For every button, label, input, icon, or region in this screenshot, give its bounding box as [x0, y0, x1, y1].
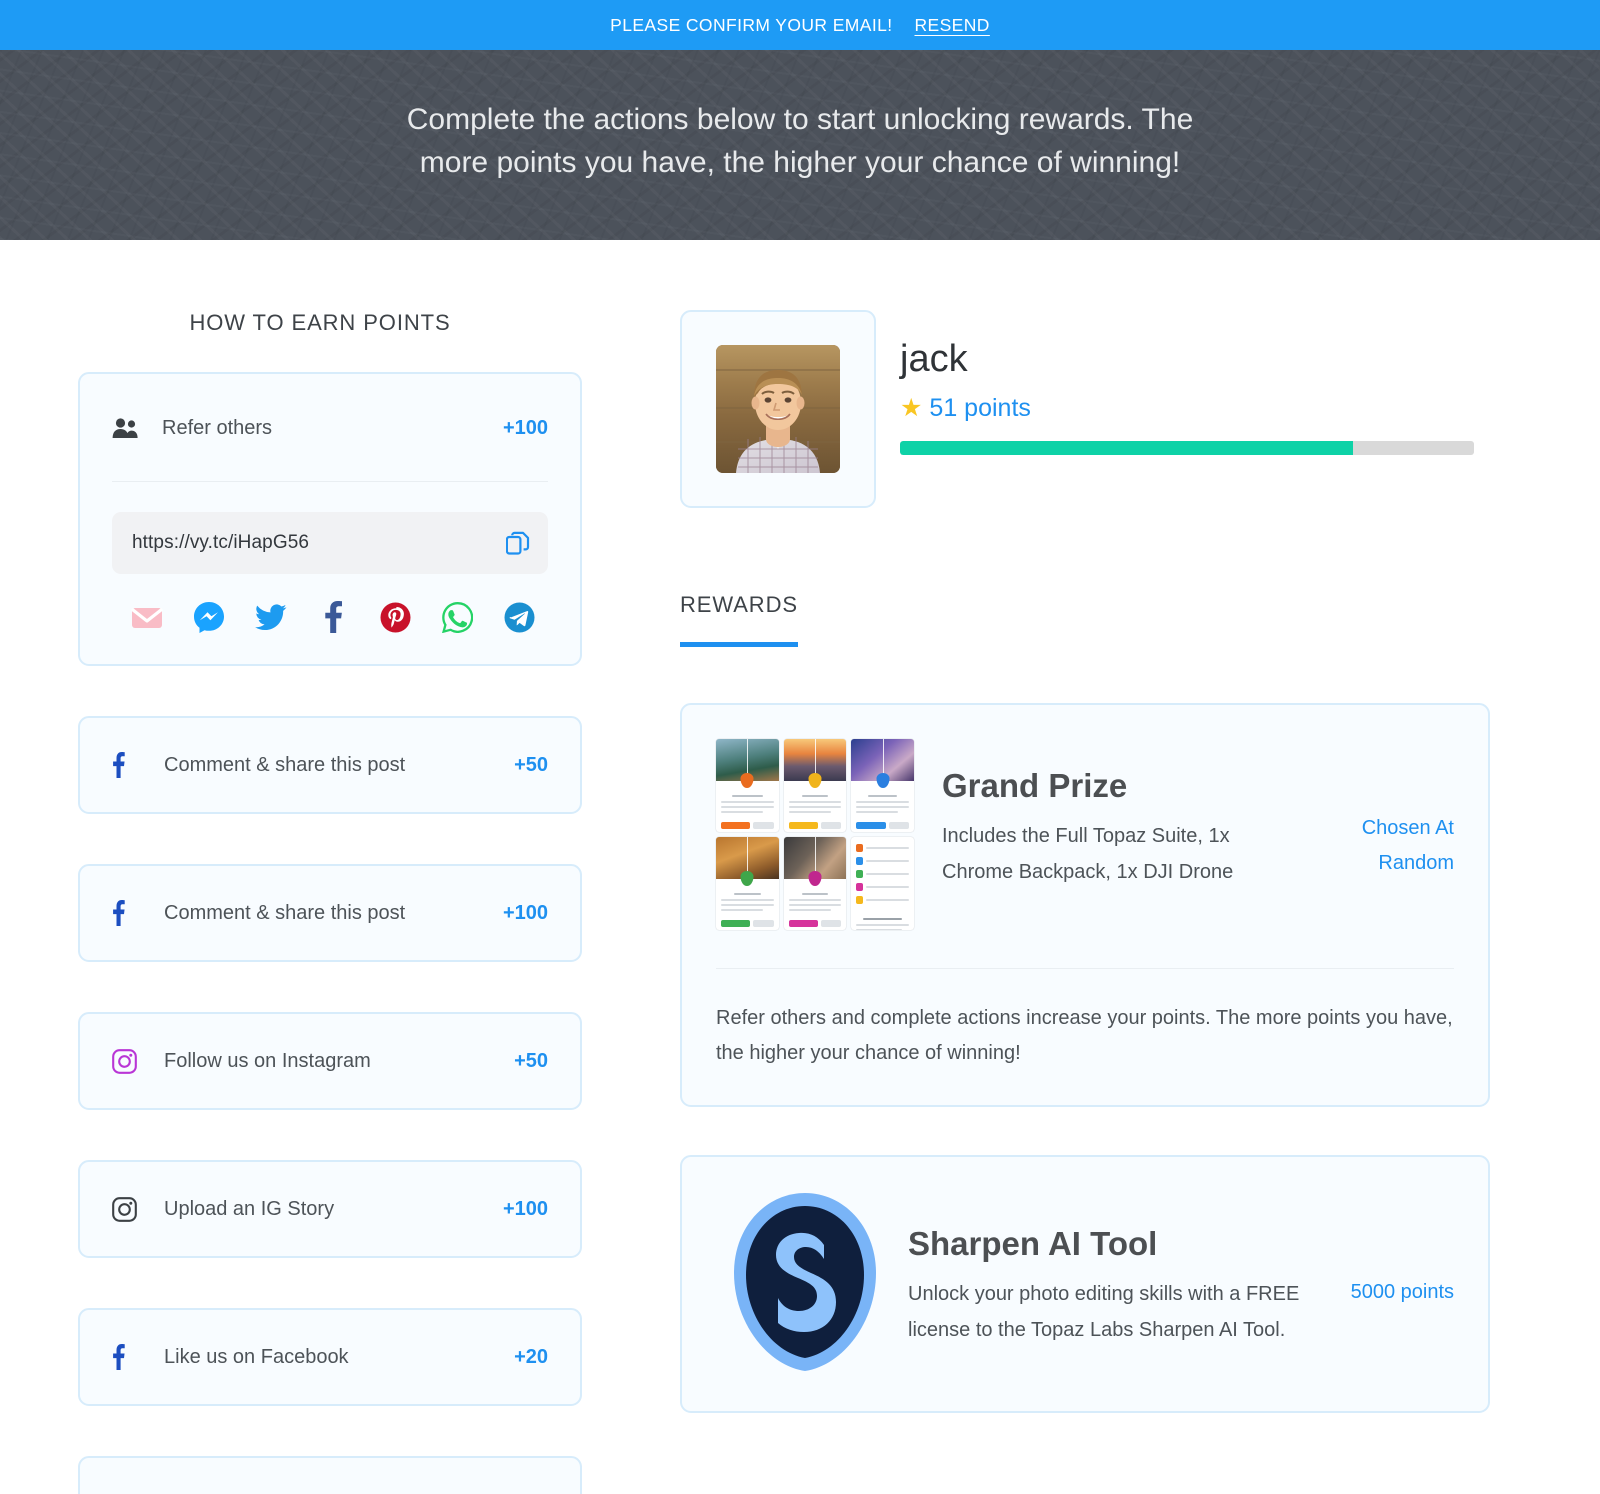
- refer-others-card: Refer others +100 https://vy.tc/iHapG56: [78, 372, 582, 666]
- reward-description: Includes the Full Topaz Suite, 1x Chrome…: [942, 825, 1234, 883]
- action-points: +50: [514, 1049, 548, 1072]
- referral-link-value: https://vy.tc/iHapG56: [132, 532, 310, 553]
- profile-info: jack ★ 51 points: [900, 310, 1490, 455]
- points-progress-bar: [900, 441, 1474, 455]
- reward-body: Grand Prize Includes the Full Topaz Suit…: [942, 739, 1276, 890]
- action-points: +100: [502, 1197, 548, 1220]
- action-card-like-facebook[interactable]: Like us on Facebook +20: [78, 1308, 582, 1406]
- instagram-icon: [112, 1048, 162, 1074]
- refer-others-points: +100: [502, 416, 548, 439]
- star-icon: ★: [900, 394, 923, 422]
- reward-main: Sharpen AI Tool Unlock your photo editin…: [716, 1187, 1454, 1377]
- instagram-icon: [112, 1196, 162, 1222]
- points-progress-fill: [900, 441, 1354, 455]
- facebook-icon: [112, 1344, 162, 1370]
- reward-note: Refer others and complete actions increa…: [716, 1007, 1453, 1064]
- hero-line-2: more points you have, the higher your ch…: [419, 146, 1181, 179]
- messenger-share-icon[interactable]: [192, 600, 226, 634]
- tab-rewards[interactable]: REWARDS: [680, 592, 798, 647]
- action-label: Comment & share this post: [164, 753, 406, 776]
- divider: [716, 968, 1454, 969]
- reward-card-grand-prize[interactable]: Grand Prize Includes the Full Topaz Suit…: [680, 703, 1490, 1107]
- earn-points-column: HOW TO EARN POINTS Refer others +100 htt…: [0, 240, 620, 1494]
- reward-title: Sharpen AI Tool: [908, 1225, 1158, 1262]
- sharpen-ai-logo: [716, 1187, 894, 1377]
- hero-text: Complete the actions below to start unlo…: [407, 99, 1194, 184]
- action-card-upload-ig-story[interactable]: Upload an IG Story +100: [78, 1160, 582, 1258]
- email-share-icon[interactable]: [130, 600, 164, 634]
- action-points: +20: [514, 1345, 548, 1368]
- action-points: +100: [502, 901, 548, 924]
- action-label: Comment & share this post: [164, 901, 406, 924]
- avatar-frame: [680, 310, 876, 508]
- people-icon: [112, 417, 162, 439]
- hero-banner: Complete the actions below to start unlo…: [0, 50, 1600, 240]
- points-line: ★ 51 points: [900, 394, 1490, 423]
- rewards-tabs: REWARDS: [680, 592, 1490, 647]
- how-to-earn-points-title: HOW TO EARN POINTS: [189, 310, 451, 335]
- copy-icon[interactable]: [506, 530, 530, 556]
- action-label: Upload an IG Story: [164, 1197, 335, 1220]
- reward-title: Grand Prize: [942, 767, 1128, 804]
- topaz-suite-grid-image: [716, 739, 914, 930]
- share-icons-row: [80, 574, 580, 664]
- avatar: [716, 345, 840, 473]
- confirm-email-message: PLEASE CONFIRM YOUR EMAIL!: [610, 14, 893, 35]
- referral-link-field[interactable]: https://vy.tc/iHapG56: [112, 512, 548, 574]
- refer-others-row[interactable]: Refer others +100: [80, 374, 580, 482]
- action-card-follow-instagram[interactable]: Follow us on Instagram +50: [78, 1012, 582, 1110]
- resend-email-link[interactable]: RESEND: [915, 15, 990, 36]
- page-body: HOW TO EARN POINTS Refer others +100 htt…: [0, 240, 1600, 1494]
- user-profile: jack ★ 51 points: [680, 310, 1490, 508]
- action-card-comment-share-1[interactable]: Comment & share this post +50: [78, 716, 582, 814]
- username: jack: [900, 338, 968, 380]
- facebook-share-icon[interactable]: [316, 600, 350, 634]
- action-card-comment-share-2[interactable]: Comment & share this post +100: [78, 864, 582, 962]
- pinterest-share-icon[interactable]: [378, 600, 412, 634]
- whatsapp-share-icon[interactable]: [440, 600, 474, 634]
- reward-description: Unlock your photo editing skills with a …: [908, 1283, 1300, 1341]
- confirm-email-banner: PLEASE CONFIRM YOUR EMAIL! RESEND: [0, 0, 1600, 50]
- action-label: Like us on Facebook: [164, 1345, 349, 1368]
- reward-body: Sharpen AI Tool Unlock your photo editin…: [908, 1187, 1330, 1348]
- action-label: Follow us on Instagram: [164, 1049, 371, 1072]
- facebook-icon: [112, 752, 162, 778]
- reward-tag: 5000 points: [1350, 1281, 1454, 1303]
- facebook-icon: [112, 900, 162, 926]
- reward-main: Grand Prize Includes the Full Topaz Suit…: [716, 739, 1454, 930]
- hero-line-1: Complete the actions below to start unlo…: [406, 103, 1194, 137]
- rewards-column: jack ★ 51 points REWARDS Grand Prize Inc…: [620, 240, 1600, 1494]
- points-value: 51 points: [929, 394, 1031, 422]
- telegram-share-icon[interactable]: [502, 600, 536, 634]
- reward-card-sharpen-ai[interactable]: Sharpen AI Tool Unlock your photo editin…: [680, 1155, 1490, 1413]
- action-points: +50: [514, 753, 548, 776]
- refer-others-label: Refer others: [162, 416, 273, 439]
- reward-tag: Chosen At Random: [1361, 817, 1454, 874]
- action-card-next-partial[interactable]: [78, 1456, 582, 1494]
- twitter-share-icon[interactable]: [254, 600, 288, 634]
